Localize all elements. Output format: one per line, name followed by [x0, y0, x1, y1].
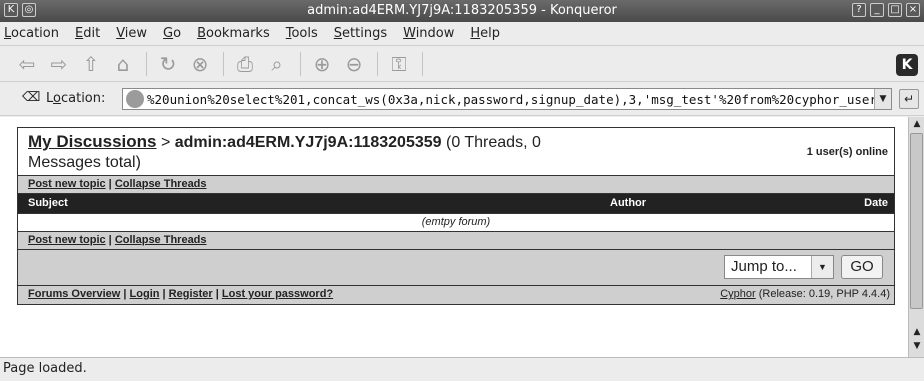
back-icon[interactable]: ⇦ — [12, 50, 42, 78]
menu-help[interactable]: Help — [470, 26, 500, 41]
reload-icon[interactable]: ↻ — [153, 50, 183, 78]
link-separator: | — [105, 178, 115, 190]
location-label: Location: — [46, 91, 106, 106]
minimize-icon[interactable]: _ — [870, 3, 884, 17]
toolbar-separator — [377, 51, 378, 76]
forum-header: My Discussions > admin:ad4ERM.YJ7j9A:118… — [18, 128, 894, 176]
stop-icon[interactable]: ⊗ — [185, 50, 215, 78]
column-date: Date — [864, 197, 888, 209]
menu-window[interactable]: Window — [403, 26, 454, 41]
release-info: (Release: 0.19, PHP 4.4.4) — [755, 288, 890, 300]
scrollbar-thumb[interactable] — [910, 133, 923, 309]
forum-table: My Discussions > admin:ad4ERM.YJ7j9A:118… — [17, 127, 895, 305]
menu-tools[interactable]: Tools — [286, 26, 318, 41]
my-discussions-link[interactable]: My Discussions — [28, 132, 157, 151]
toolbar-separator — [300, 51, 301, 76]
link-separator: | — [105, 234, 115, 246]
topic-actions-bottom: Post new topic | Collapse Threads — [18, 232, 894, 250]
chevron-down-icon[interactable]: ▼ — [811, 256, 833, 278]
scroll-up-icon[interactable]: ▲ — [911, 327, 923, 339]
menu-settings[interactable]: Settings — [334, 26, 387, 41]
zoom-in-icon[interactable]: ⊕ — [307, 50, 337, 78]
location-bar: ⌫ Location: %20union%20select%201,concat… — [0, 82, 924, 116]
scroll-down-icon[interactable]: ▼ — [911, 341, 923, 353]
empty-forum-message: (emtpy forum) — [18, 214, 894, 232]
software-release: Cyphor (Release: 0.19, PHP 4.4.4) — [720, 286, 890, 303]
konqueror-logo-icon: K — [896, 54, 918, 76]
topic-actions-top: Post new topic | Collapse Threads — [18, 176, 894, 194]
menu-go[interactable]: Go — [163, 26, 181, 41]
forums-overview-link[interactable]: Forums Overview — [28, 288, 120, 300]
menu-view[interactable]: View — [116, 26, 147, 41]
toolbar-separator — [223, 51, 224, 76]
menu-location[interactable]: Location — [4, 26, 59, 41]
jump-bar: Jump to... ▼ GO — [18, 250, 894, 286]
go-button[interactable]: GO — [841, 255, 883, 279]
menu-edit[interactable]: Edit — [75, 26, 100, 41]
find-icon[interactable]: ⌕ — [262, 50, 292, 78]
page-content: My Discussions > admin:ad4ERM.YJ7j9A:118… — [0, 117, 908, 357]
register-link[interactable]: Register — [169, 288, 213, 300]
location-url[interactable]: %20union%20select%201,concat_ws(0x3a,nic… — [147, 92, 885, 107]
go-arrow-icon[interactable]: ↵ — [899, 89, 919, 109]
security-icon[interactable]: ⚿ — [384, 50, 414, 78]
clear-location-icon[interactable]: ⌫ — [22, 90, 40, 106]
site-favicon-icon — [126, 90, 144, 108]
link-separator: | — [159, 288, 169, 300]
post-new-topic-link[interactable]: Post new topic — [28, 234, 106, 246]
users-online: 1 user(s) online — [806, 146, 888, 158]
forum-footer: Forums Overview | Login | Register | Los… — [18, 286, 894, 304]
help-icon[interactable]: ? — [852, 3, 866, 17]
location-history-dropdown-icon[interactable]: ▼ — [874, 89, 891, 109]
jump-to-select[interactable]: Jump to... ▼ — [724, 255, 834, 279]
menu-bar: Location Edit View Go Bookmarks Tools Se… — [0, 22, 924, 46]
window-title: admin:ad4ERM.YJ7j9A:1183205359 - Konquer… — [307, 3, 617, 18]
collapse-threads-link[interactable]: Collapse Threads — [115, 178, 207, 190]
main-toolbar: ⇦ ⇨ ⇧ ⌂ ↻ ⊗ ⎙ ⌕ ⊕ ⊖ ⚿ K — [0, 46, 924, 82]
login-link[interactable]: Login — [130, 288, 160, 300]
status-text: Page loaded. — [3, 361, 87, 376]
title-bar: K ◎ admin:ad4ERM.YJ7j9A:1183205359 - Kon… — [0, 0, 924, 22]
close-icon[interactable]: × — [906, 3, 920, 17]
column-subject: Subject — [28, 197, 68, 209]
column-headers: Subject Author Date — [18, 194, 894, 214]
lost-password-link[interactable]: Lost your password? — [222, 288, 333, 300]
print-icon[interactable]: ⎙ — [230, 50, 260, 78]
scroll-up-icon[interactable]: ▲ — [911, 119, 923, 131]
breadcrumb-separator: > — [156, 134, 175, 151]
menu-bookmarks[interactable]: Bookmarks — [197, 26, 270, 41]
breadcrumb-current: admin:ad4ERM.YJ7j9A:1183205359 — [174, 134, 442, 151]
jump-to-value: Jump to... — [731, 258, 797, 275]
up-icon[interactable]: ⇧ — [76, 50, 106, 78]
maximize-icon[interactable]: □ — [888, 3, 902, 17]
forward-icon[interactable]: ⇨ — [44, 50, 74, 78]
link-separator: | — [212, 288, 222, 300]
collapse-threads-link[interactable]: Collapse Threads — [115, 234, 207, 246]
location-input[interactable]: %20union%20select%201,concat_ws(0x3a,nic… — [122, 88, 892, 110]
column-author: Author — [610, 197, 647, 209]
zoom-out-icon[interactable]: ⊖ — [339, 50, 369, 78]
vertical-scrollbar[interactable]: ▲ ▲ ▼ — [908, 117, 924, 357]
page-title: My Discussions > admin:ad4ERM.YJ7j9A:118… — [28, 132, 588, 173]
cyphor-link[interactable]: Cyphor — [720, 288, 755, 300]
status-bar: Page loaded. — [0, 357, 924, 381]
toolbar-separator — [422, 51, 423, 76]
link-separator: | — [120, 288, 130, 300]
home-icon[interactable]: ⌂ — [108, 50, 138, 78]
toolbar-separator — [146, 51, 147, 76]
post-new-topic-link[interactable]: Post new topic — [28, 178, 106, 190]
